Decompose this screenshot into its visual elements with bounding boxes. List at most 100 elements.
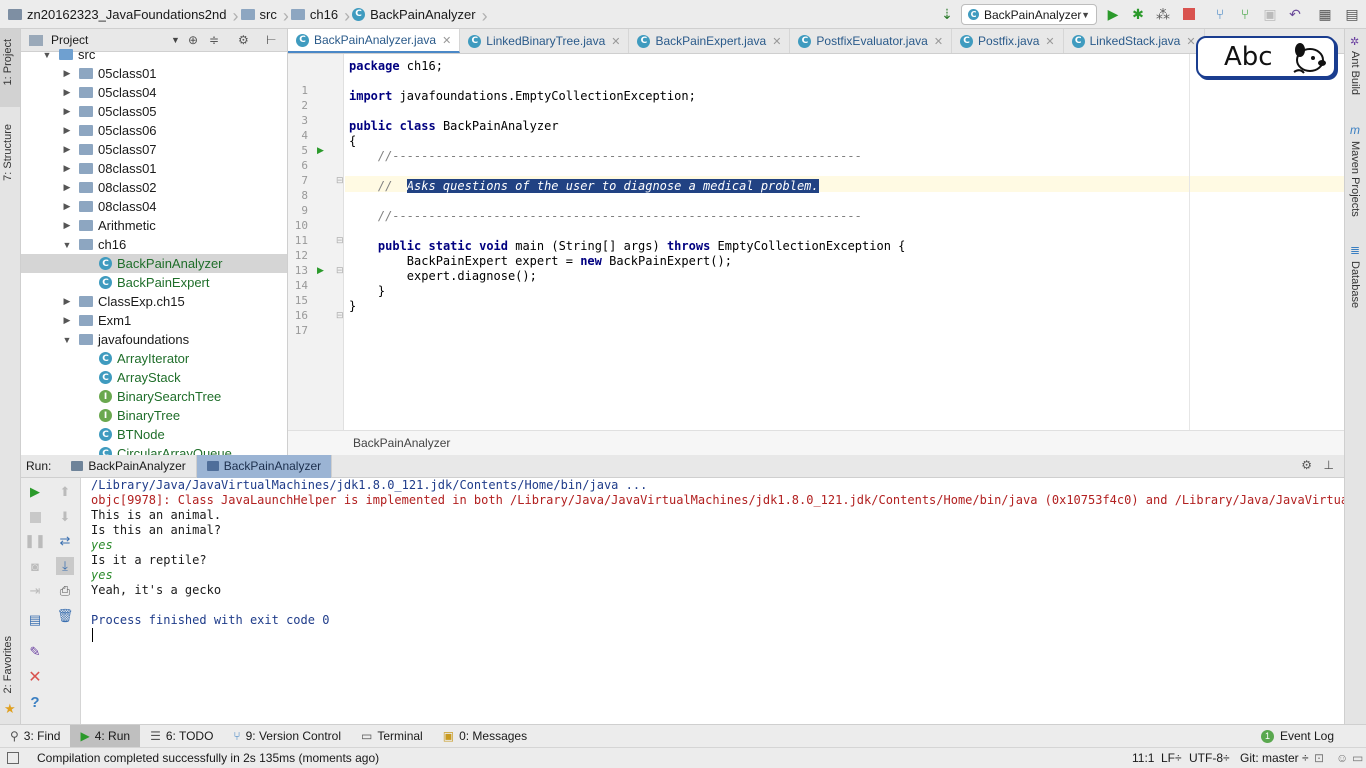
tree-item[interactable]: C ArrayIterator — [21, 349, 287, 368]
stop-icon[interactable] — [26, 508, 44, 526]
chevron-right-icon[interactable]: ▶ — [61, 315, 73, 326]
tree-item[interactable]: ▶ 08class04 — [21, 197, 287, 216]
vcs-compare-icon[interactable]: ▣ — [1261, 5, 1279, 23]
breadcrumb-project[interactable]: zn20162323_JavaFoundations2nd › — [0, 0, 239, 29]
tool-messages[interactable]: ▣ 0: Messages — [433, 725, 537, 748]
breadcrumb-class[interactable]: C BackPainAnalyzer › — [344, 0, 488, 29]
tree-item[interactable]: ▶ 05class04 — [21, 83, 287, 102]
chevron-right-icon[interactable]: ▶ — [61, 201, 73, 212]
exit-icon[interactable]: ⇥ — [26, 582, 44, 600]
tree-item[interactable]: ▶ Exm1 — [21, 311, 287, 330]
run-gutter-icon[interactable]: ▶ — [317, 145, 324, 156]
gear-icon[interactable]: ⚙ — [1301, 458, 1312, 472]
tree-item[interactable]: ▼ javafoundations — [21, 330, 287, 349]
chevron-right-icon[interactable]: ▶ — [61, 106, 73, 117]
chevron-right-icon[interactable]: ▶ — [61, 125, 73, 136]
pause-icon[interactable]: ❚❚ — [24, 532, 46, 550]
tab-project[interactable]: 1: Project — [2, 39, 14, 85]
chevron-down-icon[interactable]: ▼ — [41, 50, 53, 60]
trash-icon[interactable]: 🗑 — [56, 607, 74, 625]
fold-icon[interactable]: ⊟ — [336, 175, 344, 186]
revert-icon[interactable]: ↶ — [1286, 5, 1304, 23]
tree-item[interactable]: C ArrayStack — [21, 368, 287, 387]
close-icon[interactable]: ✕ — [1045, 35, 1054, 48]
editor-tab[interactable]: C LinkedStack.java ✕ — [1064, 29, 1205, 53]
down-icon[interactable]: ⬇ — [56, 508, 74, 526]
print-icon[interactable]: ⎙ — [56, 582, 74, 600]
tool-run[interactable]: ▶ 4: Run — [70, 724, 141, 748]
tree-item[interactable]: ▶ Arithmetic — [21, 216, 287, 235]
run-tab-2[interactable]: BackPainAnalyzer — [196, 454, 333, 478]
tool-event-log[interactable]: 1 Event Log — [1251, 725, 1344, 748]
chevron-right-icon[interactable]: ▶ — [61, 296, 73, 307]
run-gutter-icon[interactable]: ▶ — [317, 265, 324, 276]
fold-icon[interactable]: ⊟ — [336, 310, 344, 321]
tab-maven-projects[interactable]: Maven Projects — [1349, 141, 1361, 217]
debug-icon[interactable]: ✱ — [1129, 5, 1147, 23]
tab-structure[interactable]: 7: Structure — [2, 124, 14, 181]
chevron-down-icon[interactable]: ▼ — [61, 240, 73, 250]
tree-item[interactable]: ▶ 08class02 — [21, 178, 287, 197]
tool-terminal[interactable]: ▭ Terminal — [351, 725, 433, 748]
tree-item[interactable]: ▶ 05class07 — [21, 140, 287, 159]
editor-tab[interactable]: C Postfix.java ✕ — [952, 29, 1064, 53]
tree-item[interactable]: ▶ 05class06 — [21, 121, 287, 140]
editor-tab[interactable]: C LinkedBinaryTree.java ✕ — [460, 29, 630, 53]
lock-icon[interactable]: ⊡ — [1314, 751, 1324, 765]
camera-icon[interactable]: ◙ — [26, 557, 44, 575]
tree-item[interactable]: I BinarySearchTree — [21, 387, 287, 406]
git-branch[interactable]: Git: master ÷ — [1240, 751, 1309, 765]
chevron-right-icon[interactable]: ▶ — [61, 87, 73, 98]
wrap-icon[interactable]: ⇄ — [56, 532, 74, 550]
close-icon[interactable]: ✕ — [934, 35, 943, 48]
chevron-right-icon[interactable]: ▶ — [61, 220, 73, 231]
help-icon[interactable]: ? — [26, 693, 44, 711]
tool-todo[interactable]: ☰ 6: TODO — [140, 725, 223, 748]
scroll-to-end-icon[interactable]: ⤓ — [56, 557, 74, 575]
close-icon[interactable]: ✕ — [772, 35, 781, 48]
stop-icon[interactable] — [1180, 5, 1198, 23]
run-icon[interactable]: ▶ — [1104, 5, 1122, 23]
run-configuration-select[interactable]: C BackPainAnalyzer ▼ — [961, 4, 1097, 25]
tree-item[interactable]: C BTNode — [21, 425, 287, 444]
breadcrumb-src[interactable]: src › — [233, 0, 289, 29]
tree-item[interactable]: C BackPainExpert — [21, 273, 287, 292]
tree-item[interactable]: ▼ ch16 — [21, 235, 287, 254]
tree-item[interactable]: ▶ 05class01 — [21, 64, 287, 83]
tree-item[interactable]: C BackPainAnalyzer — [21, 254, 287, 273]
chevron-down-icon[interactable]: ▼ — [171, 35, 180, 45]
fold-icon[interactable]: ⊟ — [336, 265, 344, 276]
run-tab-1[interactable]: BackPainAnalyzer — [61, 454, 197, 478]
close-icon[interactable]: ✕ — [26, 668, 44, 686]
file-encoding[interactable]: UTF-8÷ — [1189, 751, 1230, 765]
editor-tab[interactable]: C BackPainExpert.java ✕ — [629, 29, 791, 53]
tree-item[interactable]: C CircularArrayQueue — [21, 444, 287, 455]
tree-item[interactable]: ▶ ClassExp.ch15 — [21, 292, 287, 311]
tree-item[interactable]: ▼ src — [21, 45, 287, 64]
close-icon[interactable]: ✕ — [1186, 35, 1195, 48]
vcs-commit-icon[interactable]: ⑂ — [1236, 5, 1254, 23]
vcs-update-icon[interactable]: ⑂ — [1211, 5, 1229, 23]
breadcrumb-ch16[interactable]: ch16 › — [283, 0, 350, 29]
project-structure-icon[interactable]: ▦ — [1316, 5, 1334, 23]
chevron-down-icon[interactable]: ▼ — [61, 335, 73, 345]
editor-tab[interactable]: C PostfixEvaluator.java ✕ — [790, 29, 953, 53]
tab-ant-build[interactable]: Ant Build — [1349, 51, 1361, 95]
rerun-icon[interactable]: ▶ — [26, 483, 44, 501]
pin-icon[interactable]: ✎ — [26, 643, 44, 661]
close-icon[interactable]: ✕ — [611, 35, 620, 48]
inspector-icon[interactable]: ☺ — [1336, 751, 1348, 765]
sdk-icon[interactable]: ▤ — [1343, 5, 1361, 23]
chevron-right-icon[interactable]: ▶ — [61, 163, 73, 174]
hide-panel-icon[interactable]: ⊥ — [1324, 458, 1334, 472]
tree-item[interactable]: ▶ 08class01 — [21, 159, 287, 178]
tool-find[interactable]: ⚲ 3: Find — [0, 725, 70, 748]
close-icon[interactable]: ✕ — [442, 34, 451, 47]
up-icon[interactable]: ⬆ — [56, 483, 74, 501]
tool-version-control[interactable]: ⑂ 9: Version Control — [223, 725, 351, 748]
toggle-tool-windows-icon[interactable] — [7, 752, 19, 764]
editor-tab[interactable]: C BackPainAnalyzer.java ✕ — [288, 29, 461, 53]
tree-item[interactable]: I BinaryTree — [21, 406, 287, 425]
line-separator[interactable]: LF÷ — [1161, 751, 1182, 765]
fold-icon[interactable]: ⊟ — [336, 235, 344, 246]
